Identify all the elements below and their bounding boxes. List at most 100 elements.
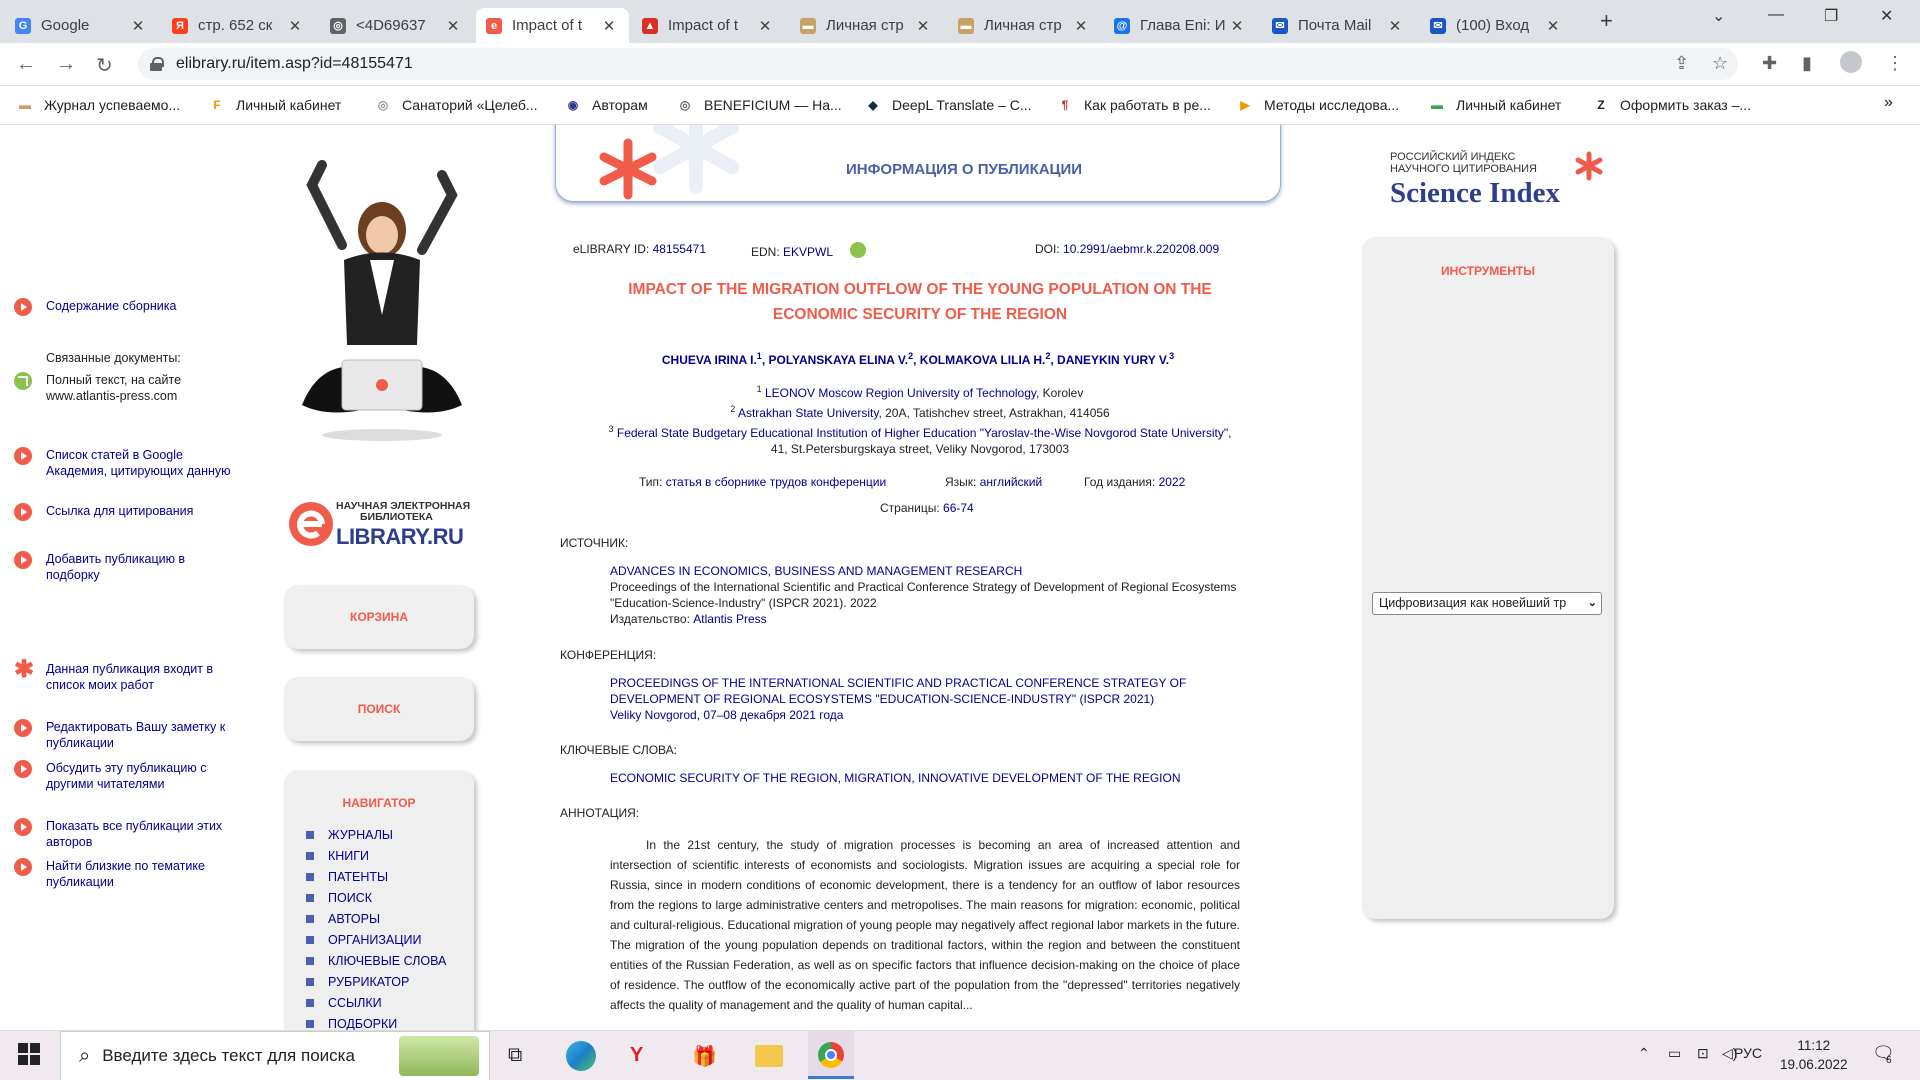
close-icon[interactable]: ✕ [1071,17,1091,35]
search-button[interactable]: ПОИСК [284,677,474,741]
nav-item[interactable]: ПОИСК [306,887,474,908]
tab-7[interactable]: ▬ Личная стр ✕ [948,8,1101,43]
nav-item[interactable]: КЛЮЧЕВЫЕ СЛОВА [306,950,474,971]
close-icon[interactable]: ✕ [1385,17,1405,35]
doi-link[interactable]: 10.2991/aebmr.k.220208.009 [1063,242,1219,256]
nav-item[interactable]: АВТОРЫ [306,908,474,929]
tray-up-icon[interactable]: ⌃ [1638,1045,1650,1062]
nav-item[interactable]: ПАТЕНТЫ [306,866,474,887]
sidepanel-icon[interactable]: ▮ [1802,53,1812,74]
close-icon[interactable]: ✕ [443,17,463,35]
network-icon[interactable]: ⊡ [1697,1045,1709,1062]
affiliation-org-link[interactable]: Astrakhan State University [738,406,879,420]
discuss-link[interactable]: Обсудить эту публикацию с другими читате… [14,760,238,792]
cart-button[interactable]: КОРЗИНА [284,585,474,649]
close-icon[interactable]: ✕ [285,17,305,35]
bookmark-item[interactable]: ▬ Личный кабинет [1428,96,1561,114]
affiliation-org-link[interactable]: Federal State Budgetary Educational Inst… [617,426,1228,440]
minimize-icon[interactable]: — [1768,6,1784,24]
tab-5[interactable]: ▲ Impact of t ✕ [632,8,785,43]
tab-8[interactable]: @ Глава Eni: И ✕ [1104,8,1257,43]
author-link[interactable]: CHUEVA IRINA I. [662,353,757,367]
tab-10[interactable]: ✉ (100) Вход ✕ [1420,8,1573,43]
pages-value[interactable]: 66-74 [943,501,974,515]
cite-link[interactable]: Ссылка для цитирования [14,503,238,521]
bookmark-item[interactable]: ◎ Санаторий «Целеб... [374,96,538,114]
tab-4[interactable]: e Impact of t ✕ [476,8,629,43]
google-scholar-link[interactable]: Список статей в Google Академия, цитирую… [14,447,238,479]
close-icon[interactable]: ✕ [913,17,933,35]
close-icon[interactable]: ✕ [128,17,148,35]
bookmark-item[interactable]: ◆ DeepL Translate – C... [864,96,1031,114]
bookmark-star-icon[interactable]: ☆ [1712,53,1728,74]
taskbar-search[interactable]: ⌕ Введите здесь текст для поиска [60,1031,490,1080]
bookmark-item[interactable]: ◎ BENEFICIUM — На... [676,96,842,114]
tab-6[interactable]: ▬ Личная стр ✕ [790,8,943,43]
qr-icon[interactable] [849,242,866,258]
lock-icon[interactable] [150,57,164,71]
close-icon[interactable]: ✕ [1543,17,1563,35]
elib-id-link[interactable]: 48155471 [653,242,706,256]
nav-item[interactable]: ОРГАНИЗАЦИИ [306,929,474,950]
windows-start-icon[interactable] [18,1043,40,1071]
yandex-browser-icon[interactable]: Y [630,1044,643,1067]
nav-item[interactable]: ПОДБОРКИ [306,1013,474,1031]
file-explorer-icon[interactable] [755,1045,783,1067]
bookmark-item[interactable]: Z Оформить заказ –... [1592,96,1751,114]
new-tab-icon[interactable]: + [1600,8,1613,34]
collection-select[interactable]: Цифровизация как новейший тр ⌄ [1372,592,1602,615]
profile-avatar[interactable] [1840,51,1862,73]
menu-icon[interactable]: ⋮ [1886,53,1904,74]
author-link[interactable]: POLYANSKAYA ELINA V. [768,353,908,367]
tab-1[interactable]: G Google ✕ [5,8,158,43]
address-bar[interactable]: elibrary.ru/item.asp?id=48155471 [138,48,1738,80]
conference-link[interactable]: PROCEEDINGS OF THE INTERNATIONAL SCIENTI… [610,676,1186,706]
back-icon[interactable]: ← [16,53,36,76]
window-close-icon[interactable]: ✕ [1880,6,1893,26]
fulltext-link[interactable]: Полный текст, на сайте www.atlantis-pres… [14,372,238,404]
edge-icon[interactable] [566,1041,596,1071]
battery-icon[interactable]: ▭ [1668,1045,1681,1062]
bookmark-item[interactable]: F Личный кабинет [208,96,341,114]
reload-icon[interactable]: ↻ [96,53,113,78]
year-value[interactable]: 2022 [1159,475,1186,489]
source-title-link[interactable]: ADVANCES IN ECONOMICS, BUSINESS AND MANA… [610,564,1022,578]
bookmark-item[interactable]: ▬ Журнал успеваемо... [16,96,180,114]
bookmark-item[interactable]: ¶ Как работать в ре... [1056,96,1211,114]
show-all-authors-link[interactable]: Показать все публикации этих авторов [14,818,238,850]
edit-note-link[interactable]: Редактировать Вашу заметку к публикации [14,719,238,751]
close-icon[interactable]: ✕ [755,17,775,35]
close-icon[interactable]: ✕ [599,17,619,35]
add-to-collection-link[interactable]: Добавить публикацию в подборку [14,551,238,583]
bookmark-item[interactable]: ▶ Методы исследова... [1236,96,1399,114]
similar-link[interactable]: Найти близкие по тематике публикации [14,858,238,890]
author-link[interactable]: KOLMAKOVA LILIA H. [920,353,1046,367]
nav-item[interactable]: ЖУРНАЛЫ [306,824,474,845]
elibrary-logo[interactable]: НАУЧНАЯ ЭЛЕКТРОННАЯ БИБЛИОТЕКА LIBRARY.R… [288,495,478,555]
more-bookmarks-icon[interactable]: » [1884,94,1893,112]
type-value[interactable]: статья в сборнике трудов конференции [666,475,887,489]
in-my-works-link[interactable]: ✱ Данная публикация входит в список моих … [14,658,238,693]
gift-icon[interactable]: 🎁 [692,1044,717,1069]
chevron-down-icon[interactable]: ⌄ [1712,6,1725,26]
forward-icon[interactable]: → [56,53,76,76]
language-indicator[interactable]: РУС [1734,1045,1762,1061]
nav-item[interactable]: КНИГИ [306,845,474,866]
science-index-logo[interactable]: РОССИЙСКИЙ ИНДЕКС НАУЧНОГО ЦИТИРОВАНИЯ S… [1390,151,1610,211]
chrome-taskbar-button[interactable] [808,1031,854,1079]
tab-9[interactable]: ✉ Почта Mail ✕ [1262,8,1415,43]
clock[interactable]: 11:12 19.06.2022 [1780,1036,1848,1074]
publisher-link[interactable]: Atlantis Press [693,612,766,626]
maximize-icon[interactable]: ❐ [1824,6,1838,26]
edn-link[interactable]: EKVPWL [783,245,833,259]
author-link[interactable]: DANEYKIN YURY V. [1057,353,1169,367]
share-icon[interactable]: ⇪ [1674,53,1689,74]
lang-value[interactable]: английский [980,475,1042,489]
keywords-links[interactable]: ECONOMIC SECURITY OF THE REGION, MIGRATI… [610,771,1181,785]
nav-item[interactable]: ССЫЛКИ [306,992,474,1013]
affiliation-org-link[interactable]: LEONOV Moscow Region University of Techn… [765,386,1036,400]
task-view-icon[interactable]: ⧉ [508,1044,522,1067]
tab-2[interactable]: Ястр. 652 ск ✕ [162,8,315,43]
contents-link[interactable]: Содержание сборника [14,298,238,316]
extensions-icon[interactable]: ✚ [1762,53,1777,74]
